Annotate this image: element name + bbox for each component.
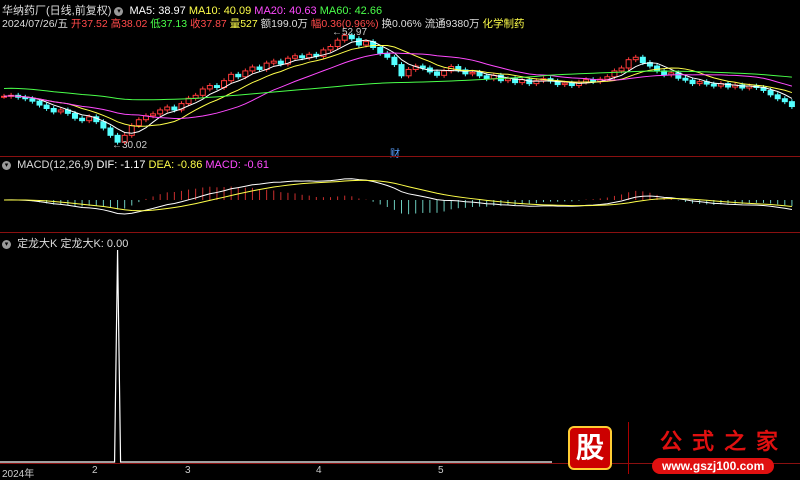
candle xyxy=(639,56,646,64)
candle xyxy=(504,78,511,82)
candle xyxy=(100,121,107,129)
candle xyxy=(150,113,157,117)
candle xyxy=(29,98,36,102)
candle xyxy=(334,39,341,48)
indicator-value: 定龙大K: 0.00 xyxy=(60,238,129,250)
candle xyxy=(164,106,171,111)
candle xyxy=(235,73,242,78)
quote-close: 收37.87 xyxy=(190,18,227,30)
candle xyxy=(767,89,774,96)
candle xyxy=(611,70,618,78)
settings-chevron-icon[interactable]: ▾ xyxy=(114,6,124,16)
candle xyxy=(327,46,334,51)
candle xyxy=(79,117,86,122)
x-tick: 3 xyxy=(185,465,191,476)
candle xyxy=(299,55,306,59)
candle xyxy=(788,101,795,108)
candle xyxy=(228,73,235,82)
ma20-line xyxy=(3,52,793,119)
candle xyxy=(249,66,256,72)
candle xyxy=(43,104,50,109)
candle xyxy=(50,107,57,113)
candle xyxy=(568,82,575,87)
candle xyxy=(171,106,178,111)
candle xyxy=(441,70,448,76)
indicator-title: 定龙大K xyxy=(17,238,58,250)
candle xyxy=(363,41,370,46)
candle xyxy=(405,68,412,77)
candle xyxy=(57,109,64,113)
candle xyxy=(270,60,277,64)
candle xyxy=(469,71,476,75)
quote-row: 2024/07/26/五 开37.52 高38.02 低37.13 收37.87… xyxy=(2,16,524,31)
candle xyxy=(135,119,142,127)
candle xyxy=(398,64,405,77)
candle xyxy=(213,85,220,89)
candle xyxy=(86,116,93,122)
logo-badge: 股 xyxy=(568,426,612,470)
chevron-down-icon[interactable]: ▾ xyxy=(2,160,11,170)
candle xyxy=(710,83,717,87)
quote-open: 开37.52 xyxy=(70,18,108,30)
quote-low: 低37.13 xyxy=(150,18,188,30)
candle xyxy=(433,71,440,76)
quote-amount: 额199.0万 xyxy=(260,18,308,30)
x-tick: 2 xyxy=(92,465,98,476)
candle xyxy=(384,52,391,58)
candle xyxy=(377,46,384,54)
candle xyxy=(682,77,689,81)
candle xyxy=(654,65,661,72)
watermark-logo: 股 公式之家 www.gszj100.com xyxy=(560,420,800,478)
candle xyxy=(157,109,164,115)
quote-turnover: 换0.06% xyxy=(381,18,422,30)
candle xyxy=(256,66,263,70)
quote-float: 流通9380万 xyxy=(424,18,480,30)
indicator-line xyxy=(0,249,552,463)
chevron-down-icon[interactable]: ▾ xyxy=(2,239,11,249)
candle xyxy=(632,56,639,61)
candle xyxy=(483,75,490,80)
candle xyxy=(618,67,625,72)
candle xyxy=(292,55,299,59)
quote-date: 2024/07/26/五 xyxy=(2,18,68,30)
candle xyxy=(561,82,568,86)
candle xyxy=(476,71,483,77)
dea-line xyxy=(3,179,792,212)
macd-header: ▾ MACD(12,26,9) DIF: -1.17 DEA: -0.86 MA… xyxy=(2,159,269,171)
macd-title: MACD(12,26,9) xyxy=(17,159,94,171)
panel-divider xyxy=(0,156,800,157)
quote-high: 高38.02 xyxy=(110,18,148,30)
ma60-line xyxy=(3,70,792,101)
candle xyxy=(774,94,781,100)
quote-volume: 量527 xyxy=(229,18,258,30)
candle xyxy=(277,60,284,65)
quote-industry: 化学制药 xyxy=(482,18,525,30)
candle xyxy=(36,100,43,106)
panel-divider xyxy=(0,232,800,233)
logo-name: 公式之家 xyxy=(660,429,789,454)
macd-value: MACD: -0.61 xyxy=(205,159,269,171)
logo-url: www.gszj100.com xyxy=(652,458,775,474)
x-tick: 4 xyxy=(316,465,322,476)
candle xyxy=(696,81,703,85)
candle xyxy=(71,112,78,119)
ma5-line xyxy=(3,39,793,134)
macd-dea: DEA: -0.86 xyxy=(148,159,203,171)
finance-marker[interactable]: 财 xyxy=(390,145,400,160)
x-tick: 5 xyxy=(438,465,444,476)
candle xyxy=(391,56,398,66)
candle xyxy=(689,79,696,85)
candle xyxy=(206,85,213,90)
candle xyxy=(242,70,249,78)
high-price-mark: ←52.97 xyxy=(332,27,368,38)
indicator-header: ▾ 定龙大K 定龙大K: 0.00 xyxy=(2,235,128,251)
candle xyxy=(625,59,632,69)
low-price-mark: ←30.02 xyxy=(112,140,148,151)
candle xyxy=(199,88,206,96)
candle xyxy=(419,65,426,69)
candle xyxy=(107,127,114,136)
macd-dif: DIF: -1.17 xyxy=(96,159,146,171)
candle xyxy=(781,98,788,103)
candle xyxy=(128,125,135,136)
